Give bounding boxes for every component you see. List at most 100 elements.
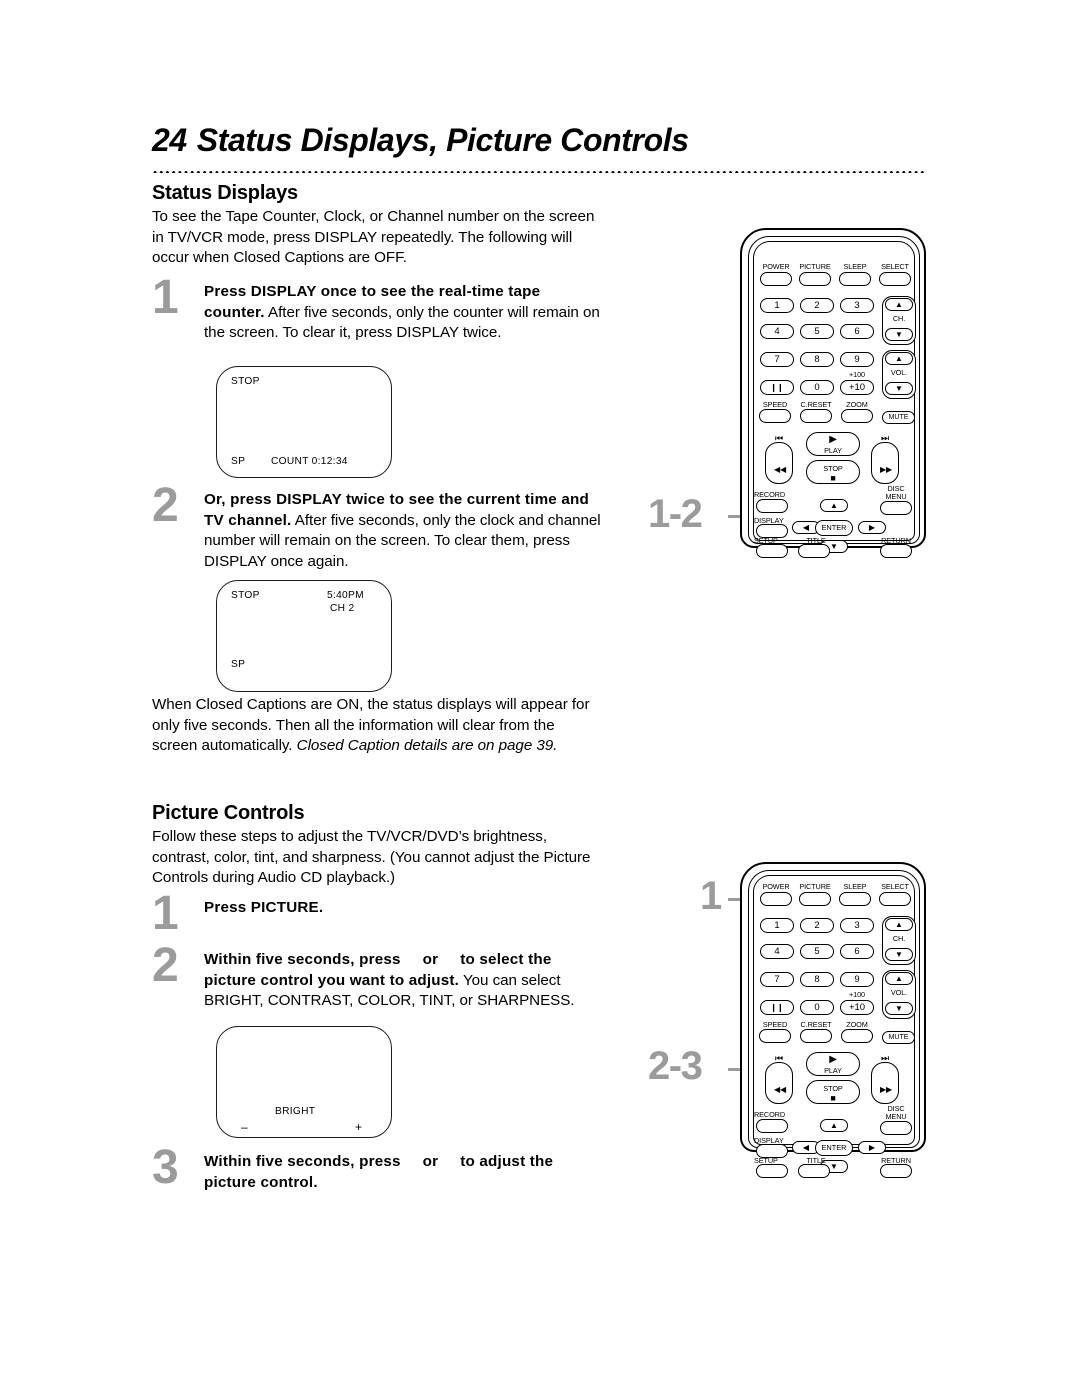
button-record-2[interactable] [756, 1119, 788, 1133]
button-sleep-2[interactable] [839, 892, 871, 906]
label-vol: VOL. [890, 368, 908, 377]
button-zoom-2[interactable] [841, 1029, 873, 1043]
button-digit-3[interactable]: 3 [840, 298, 874, 313]
button-setup[interactable] [756, 544, 788, 558]
button-digit-1[interactable]: 1 [760, 298, 794, 313]
button-volume-down[interactable]: ▼ [885, 382, 913, 395]
label-plus100-2: +100 [848, 990, 866, 999]
page-title: Status Displays, Picture Controls [196, 122, 689, 158]
button-creset[interactable] [800, 409, 832, 423]
manual-page: 24 Status Displays, Picture Controls Stat… [0, 0, 1080, 1396]
button-digit-7-2[interactable]: 7 [760, 972, 794, 987]
label-ch: CH. [892, 314, 906, 323]
button-nav-right-2[interactable]: ▶ [858, 1141, 886, 1154]
button-nav-right[interactable]: ▶ [858, 521, 886, 534]
button-digit-3-2[interactable]: 3 [840, 918, 874, 933]
button-channel-up[interactable]: ▲ [885, 298, 913, 311]
button-pause-2[interactable]: ❙❙ [760, 1000, 794, 1015]
tv-bright-plus: + [355, 1120, 363, 1134]
button-digit-0[interactable]: 0 [800, 380, 834, 395]
button-enter[interactable]: ENTER [815, 520, 853, 536]
picture-step-2-bold-a: Within five seconds, press [204, 951, 401, 968]
picture-controls-intro: Follow these steps to adjust the TV/VCR/… [152, 828, 591, 886]
button-nav-up[interactable]: ▲ [820, 499, 848, 512]
button-mute-2[interactable]: MUTE [882, 1031, 915, 1044]
button-power[interactable] [760, 272, 792, 286]
button-nav-up-2[interactable]: ▲ [820, 1119, 848, 1132]
button-sleep[interactable] [839, 272, 871, 286]
label-stop: STOP [823, 464, 843, 473]
label-vol-2: VOL. [890, 988, 908, 997]
button-volume-down-2[interactable]: ▼ [885, 1002, 913, 1015]
button-digit-4[interactable]: 4 [760, 324, 794, 339]
button-picture-2[interactable] [799, 892, 831, 906]
button-disc-menu[interactable] [880, 501, 912, 515]
button-digit-1-2[interactable]: 1 [760, 918, 794, 933]
button-creset-2[interactable] [800, 1029, 832, 1043]
tv-counter-count: COUNT 0:12:34 [271, 456, 348, 467]
button-channel-down[interactable]: ▼ [885, 328, 913, 341]
button-zoom[interactable] [841, 409, 873, 423]
status-step-1: 1 Press DISPLAY once to see the real-tim… [152, 274, 604, 344]
button-disc-menu-2[interactable] [880, 1121, 912, 1135]
button-digit-8[interactable]: 8 [800, 352, 834, 367]
button-return-2[interactable] [880, 1164, 912, 1178]
label-stop-2: STOP [823, 1084, 843, 1093]
button-enter-2[interactable]: ENTER [815, 1140, 853, 1156]
tv-bright-label: BRIGHT [275, 1106, 316, 1117]
label-zoom: ZOOM [846, 400, 868, 409]
button-digit-9-2[interactable]: 9 [840, 972, 874, 987]
button-volume-up[interactable]: ▲ [885, 352, 913, 365]
button-plus10-2[interactable]: +10 [840, 1000, 874, 1015]
label-speed: SPEED [762, 400, 788, 409]
button-rewind-2[interactable]: ◀◀ [765, 1062, 793, 1104]
button-plus10[interactable]: +10 [840, 380, 874, 395]
button-pause[interactable]: ❙❙ [760, 380, 794, 395]
play-icon: ▶ [829, 434, 837, 445]
button-digit-4-2[interactable]: 4 [760, 944, 794, 959]
button-rewind[interactable]: ◀◀ [765, 442, 793, 484]
button-speed-2[interactable] [759, 1029, 791, 1043]
button-digit-6-2[interactable]: 6 [840, 944, 874, 959]
button-record[interactable] [756, 499, 788, 513]
button-digit-9[interactable]: 9 [840, 352, 874, 367]
tv-clock-sp: SP [231, 659, 246, 670]
button-channel-up-2[interactable]: ▲ [885, 918, 913, 931]
label-record-2: RECORD [754, 1110, 786, 1119]
button-digit-0-2[interactable]: 0 [800, 1000, 834, 1015]
fast-forward-icon: ▶▶ [879, 465, 893, 474]
button-setup-2[interactable] [756, 1164, 788, 1178]
button-select-2[interactable] [879, 892, 911, 906]
button-title[interactable] [798, 544, 830, 558]
button-stop[interactable]: STOP ■ [806, 460, 860, 484]
button-fast-forward[interactable]: ▶▶ [871, 442, 899, 484]
button-speed[interactable] [759, 409, 791, 423]
status-step-1-text: Press DISPLAY once to see the real-time … [204, 282, 604, 344]
button-digit-5-2[interactable]: 5 [800, 944, 834, 959]
cc-note-italic: Closed Caption details are on page 39. [296, 737, 558, 754]
button-digit-2-2[interactable]: 2 [800, 918, 834, 933]
button-channel-down-2[interactable]: ▼ [885, 948, 913, 961]
label-zoom-2: ZOOM [846, 1020, 868, 1029]
button-picture[interactable] [799, 272, 831, 286]
rewind-icon: ◀◀ [773, 465, 787, 474]
button-play-2[interactable]: ▶ PLAY [806, 1052, 860, 1076]
picture-step-1-bold: Press PICTURE. [204, 899, 324, 916]
button-volume-up-2[interactable]: ▲ [885, 972, 913, 985]
picture-controls-section: Picture Controls Follow these steps to a… [152, 802, 604, 889]
button-fast-forward-2[interactable]: ▶▶ [871, 1062, 899, 1104]
button-mute[interactable]: MUTE [882, 411, 915, 424]
button-power-2[interactable] [760, 892, 792, 906]
button-digit-7[interactable]: 7 [760, 352, 794, 367]
button-digit-6[interactable]: 6 [840, 324, 874, 339]
button-return[interactable] [880, 544, 912, 558]
stop-icon-2: ■ [830, 1093, 836, 1103]
button-digit-5[interactable]: 5 [800, 324, 834, 339]
label-sleep-2: SLEEP [843, 882, 867, 891]
button-select[interactable] [879, 272, 911, 286]
button-title-2[interactable] [798, 1164, 830, 1178]
button-play[interactable]: ▶ PLAY [806, 432, 860, 456]
button-stop-2[interactable]: STOP ■ [806, 1080, 860, 1104]
button-digit-2[interactable]: 2 [800, 298, 834, 313]
button-digit-8-2[interactable]: 8 [800, 972, 834, 987]
